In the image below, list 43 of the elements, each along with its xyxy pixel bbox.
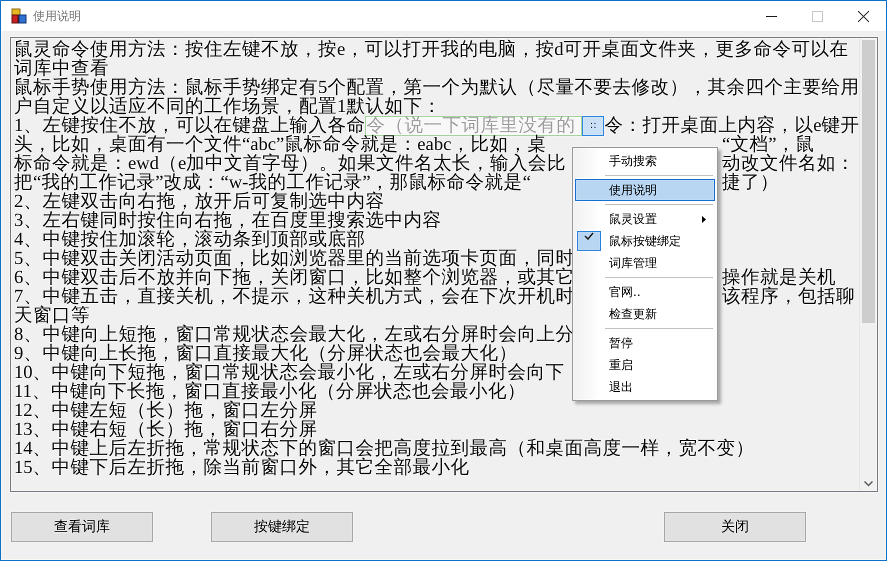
- text-line: 标命令就是：ewd（e加中文首字母）。如果文件名太长，输入会比: [14, 154, 566, 173]
- close-icon: [858, 10, 868, 22]
- text-line: 4、中键按住加滚轮，滚动条到顶部或底部: [14, 229, 366, 250]
- app-icon: [11, 8, 27, 24]
- menu-item[interactable]: 鼠灵设置: [575, 208, 715, 230]
- handle-button[interactable]: ::: [582, 116, 604, 136]
- text-area[interactable]: [10, 37, 878, 492]
- menu-item[interactable]: 退出: [575, 376, 715, 398]
- text-line: 6、中键双击后不放并向下拖，关闭窗口，比如整个浏览器，或其它: [14, 268, 574, 287]
- dialog-button[interactable]: 按键绑定: [211, 512, 353, 542]
- text-line: 户自定义以适应不同的工作场景，配置1默认如下：: [14, 96, 442, 117]
- menu-item[interactable]: 使用说明: [575, 179, 715, 201]
- menu-item[interactable]: 重启: [575, 354, 715, 376]
- menu-item[interactable]: 暂停: [575, 332, 715, 354]
- text-line: 7、中键五击，直接关机，不提示，这种关机方式，会在下次开机时: [14, 287, 574, 306]
- maximize-icon: [812, 10, 822, 22]
- menu-item[interactable]: 词库管理: [575, 252, 715, 274]
- text-line: 令：打开桌面上内容，以e键开: [604, 116, 859, 135]
- window-title: 使用说明: [33, 8, 82, 24]
- text-line: 动改文件名如：: [722, 154, 855, 173]
- scrollbar-thumb[interactable]: [862, 40, 875, 323]
- text-line: 该程序，包括聊: [722, 287, 855, 306]
- text-line: 头，比如，桌面有一个文件“abc”鼠标命令就是：eabc，比如，桌: [14, 135, 546, 154]
- dialog-button[interactable]: 查看词库: [11, 512, 153, 542]
- menu-item[interactable]: 官网..: [575, 281, 715, 303]
- scroll-down-icon[interactable]: [864, 481, 873, 487]
- text-line: 操作就是关机: [722, 268, 836, 287]
- menu-item[interactable]: 手动搜索: [575, 150, 715, 172]
- text-line: 13、中键右短（长）拖，窗口右分屏: [14, 419, 318, 440]
- text-line: 鼠灵命令使用方法：按住左键不放，按e，可以打开我的电脑，按d可开桌面文件夹，更多命令可以在: [14, 39, 849, 60]
- menu-item[interactable]: 鼠标按键绑定: [575, 230, 715, 252]
- text-line: 天窗口等: [14, 305, 90, 326]
- text-line: 15、中键下后左折拖，除当前窗口外，其它全部最小化: [14, 457, 470, 478]
- text-line: 捷了）: [722, 173, 779, 192]
- text-line: “文档”，鼠: [722, 135, 815, 154]
- input-popup: 令（说一下词库里没有的: [365, 116, 582, 136]
- text-line: 词库中查看: [14, 58, 109, 79]
- menu-item[interactable]: 检查更新: [575, 303, 715, 325]
- scrollbar[interactable]: [859, 38, 877, 491]
- text-line: 3、左右键同时按住向右拖，在百度里搜索选中内容: [14, 210, 442, 231]
- dialog-button[interactable]: 关闭: [664, 512, 806, 542]
- text-line: 把“我的工作记录”改成：“w-我的工作记录”，那鼠标命令就是“: [14, 173, 531, 192]
- text-line: 1、左键按住不放，可以在键盘上输入各命: [14, 116, 366, 135]
